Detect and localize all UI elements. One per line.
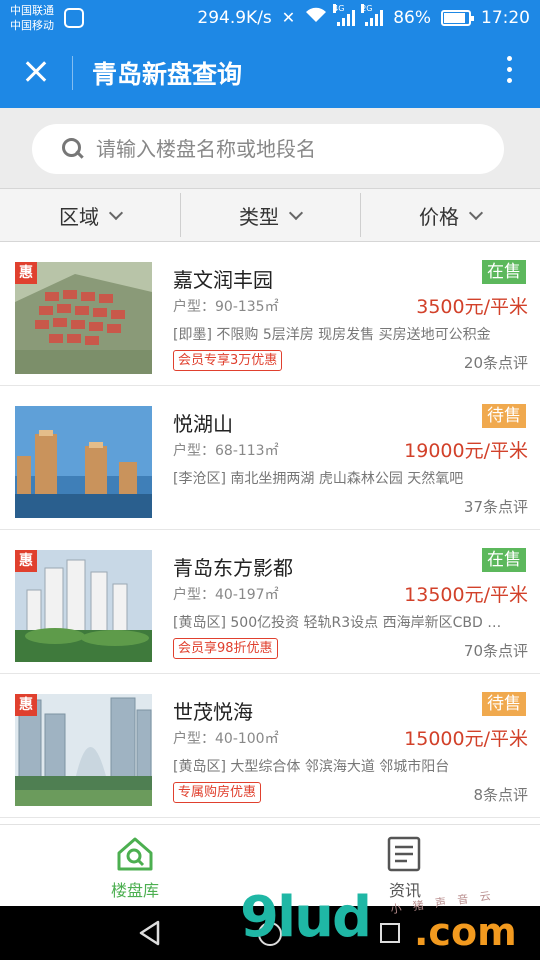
- review-count: 8条点评: [473, 786, 528, 804]
- filter-price[interactable]: 价格: [360, 189, 540, 241]
- chevron-down-icon: [288, 205, 304, 220]
- tab-label: 资讯: [388, 881, 421, 900]
- wifi-icon: [305, 7, 327, 28]
- house-search-icon: [117, 837, 153, 871]
- discount-badge: 惠: [15, 694, 37, 716]
- battery-icon: [441, 9, 474, 26]
- listing-list: 惠 嘉文润丰园 户型：90-135㎡ [即墨] 不限购 5层洋房 现房发售 买房…: [0, 242, 540, 824]
- recent-apps-icon[interactable]: [380, 923, 400, 943]
- carrier-1: 中国联通: [10, 4, 54, 17]
- search-input[interactable]: [96, 135, 486, 163]
- nfc-off-icon: ✕: [281, 8, 296, 27]
- listing-description: [黄岛区] 500亿投资 轻轨R3设点 西海岸新区CBD 大…: [173, 615, 513, 631]
- listing-image: 惠: [15, 694, 152, 806]
- search-icon: [62, 138, 82, 158]
- tab-label: 楼盘库: [110, 881, 159, 900]
- filter-region[interactable]: 区域: [0, 189, 180, 241]
- tab-property-library[interactable]: 楼盘库: [0, 825, 270, 906]
- promo-tag: 会员专享3万优惠: [173, 350, 283, 371]
- chevron-down-icon: [468, 205, 484, 220]
- status-bar: 中国联通 中国移动 294.9K/s ✕ 4G 2G 86% 17:20: [0, 0, 540, 36]
- network-speed: 294.9K/s: [197, 7, 272, 28]
- filter-label: 类型: [239, 204, 279, 229]
- listing-price: 13500元/平米: [404, 584, 528, 606]
- listing-price: 19000元/平米: [404, 440, 528, 462]
- signal-4g-icon: 4G: [333, 3, 356, 26]
- home-icon[interactable]: [258, 922, 282, 946]
- status-right: 294.9K/s ✕ 4G 2G 86% 17:20: [197, 3, 530, 28]
- listing-unit-size: 户型：40-197㎡: [173, 587, 279, 603]
- listing-name: 世茂悦海: [173, 700, 253, 724]
- status-badge: 在售: [482, 260, 526, 284]
- listing-name: 悦湖山: [173, 412, 233, 436]
- listing-unit-size: 户型：68-113㎡: [173, 443, 279, 459]
- listing-item[interactable]: 惠 青岛东方影都 户型：40-197㎡ [黄岛区] 500亿投资 轻轨R3设点 …: [0, 530, 540, 674]
- news-icon: [387, 836, 421, 872]
- discount-badge: 惠: [15, 262, 37, 284]
- listing-price: 15000元/平米: [404, 728, 528, 750]
- carrier-info: 中国联通 中国移动: [10, 3, 54, 33]
- search-box[interactable]: [32, 124, 504, 174]
- review-count: 37条点评: [463, 498, 528, 516]
- promo-tag: 会员享98折优惠: [173, 638, 278, 659]
- listing-price: 3500元/平米: [416, 296, 528, 318]
- filter-label: 区域: [59, 204, 99, 229]
- status-badge: 待售: [482, 692, 526, 716]
- listing-description: [即墨] 不限购 5层洋房 现房发售 买房送地可公积金: [173, 327, 491, 343]
- close-icon[interactable]: [18, 54, 54, 90]
- promo-tag: 专属购房优惠: [173, 782, 262, 803]
- listing-image: [15, 406, 152, 518]
- listing-item[interactable]: 惠 世茂悦海 户型：40-100㎡ [黄岛区] 大型综合体 邻滨海大道 邻城市阳…: [0, 674, 540, 818]
- listing-item[interactable]: 悦湖山 户型：68-113㎡ [李沧区] 南北坐拥两湖 虎山森林公园 天然氧吧 …: [0, 386, 540, 530]
- discount-badge: 惠: [15, 550, 37, 572]
- listing-unit-size: 户型：40-100㎡: [173, 731, 279, 747]
- clock: 17:20: [481, 7, 530, 28]
- tab-news[interactable]: 资讯: [270, 825, 540, 906]
- divider: [72, 56, 73, 90]
- listing-unit-size: 户型：90-135㎡: [173, 299, 279, 315]
- filter-type[interactable]: 类型: [180, 189, 360, 241]
- battery-percent: 86%: [393, 7, 431, 28]
- carrier-2: 中国移动: [10, 19, 54, 32]
- listing-image: 惠: [15, 550, 152, 662]
- listing-item[interactable]: 惠 嘉文润丰园 户型：90-135㎡ [即墨] 不限购 5层洋房 现房发售 买房…: [0, 242, 540, 386]
- status-badge: 待售: [482, 404, 526, 428]
- status-badge: 在售: [482, 548, 526, 572]
- listing-image: 惠: [15, 262, 152, 374]
- signal-2g-icon: 2G: [361, 3, 384, 26]
- notification-app-icon: [64, 8, 84, 28]
- app-bar: 青岛新盘查询: [0, 36, 540, 108]
- listing-name: 嘉文润丰园: [173, 268, 273, 292]
- search-area: [0, 108, 540, 188]
- listing-description: [黄岛区] 大型综合体 邻滨海大道 邻城市阳台: [173, 759, 450, 775]
- review-count: 70条点评: [463, 642, 528, 660]
- listing-description: [李沧区] 南北坐拥两湖 虎山森林公园 天然氧吧: [173, 471, 464, 487]
- chevron-down-icon: [108, 205, 124, 220]
- listing-name: 青岛东方影都: [173, 556, 293, 580]
- page-title: 青岛新盘查询: [92, 60, 243, 89]
- filter-bar: 区域 类型 价格: [0, 188, 540, 242]
- system-navigation-bar: [0, 906, 540, 960]
- bottom-tab-bar: 楼盘库 资讯: [0, 824, 540, 906]
- filter-label: 价格: [419, 204, 459, 229]
- back-icon[interactable]: [138, 920, 162, 946]
- more-vertical-icon[interactable]: [504, 56, 514, 88]
- review-count: 20条点评: [463, 354, 528, 372]
